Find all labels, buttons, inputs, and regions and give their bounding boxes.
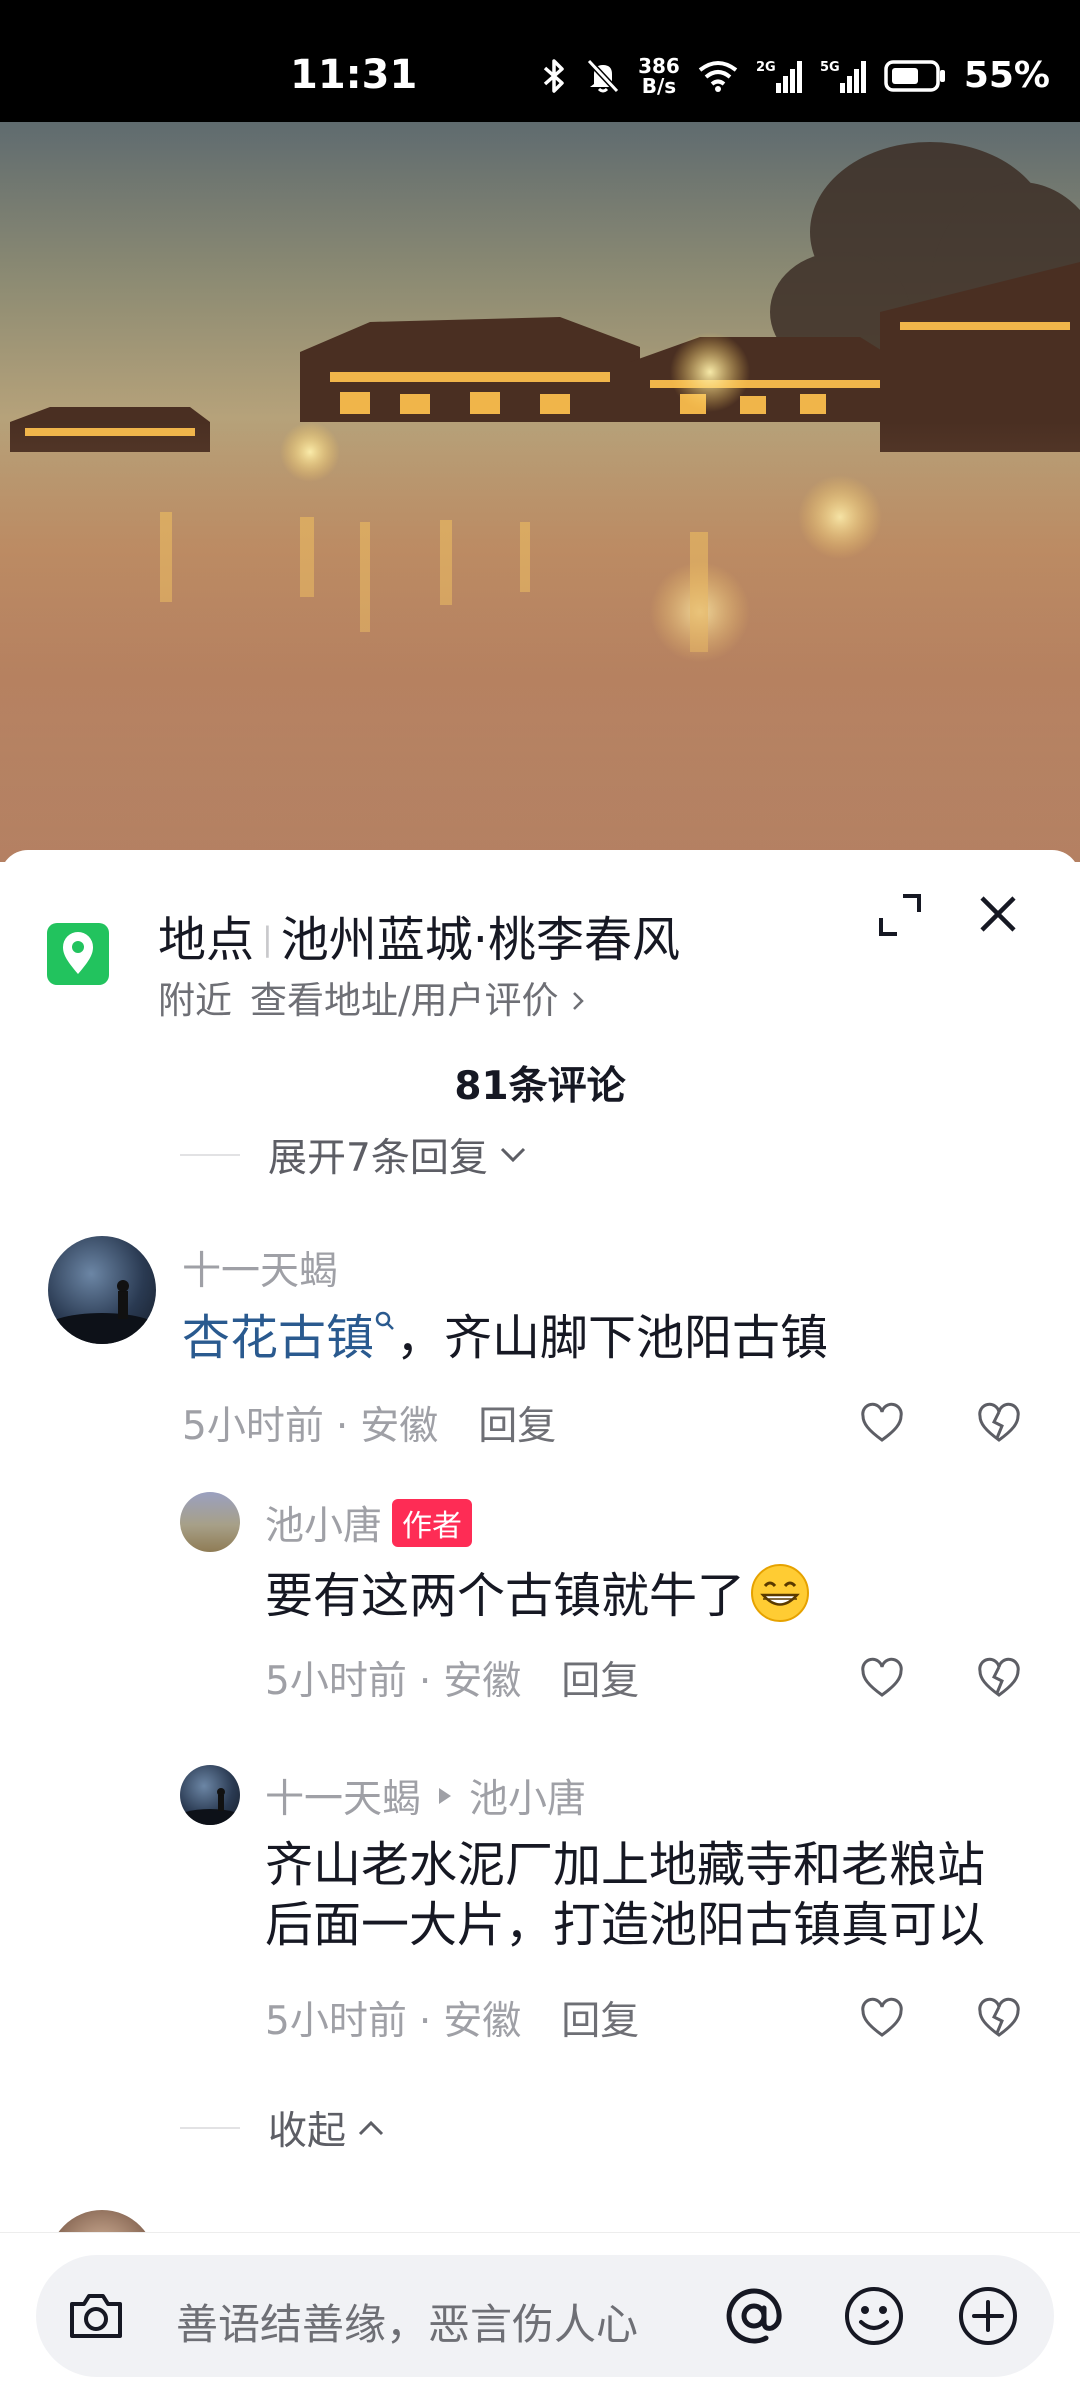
comment-time: 5小时前 [265, 1999, 407, 2044]
heart-icon [861, 1402, 903, 1442]
reply-meta: 5小时前 · 安徽 回复 [265, 1990, 639, 2046]
avatar[interactable] [180, 1492, 240, 1552]
meta-dot: · [418, 1999, 432, 2044]
battery-percent: 55% [963, 55, 1050, 96]
dislike-button[interactable] [975, 1400, 1023, 1448]
net-speed-unit: B/s [641, 73, 677, 98]
input-placeholder: 善语结善缘，恶言伤人心 [176, 2300, 639, 2349]
broken-heart-icon [978, 1657, 1020, 1697]
heart-icon [861, 1657, 903, 1697]
comment-time: 5小时前 [265, 1659, 407, 1704]
emoji-icon[interactable] [842, 2284, 906, 2348]
comment-body: ，齐山脚下池阳古镇 [396, 1310, 829, 1366]
broken-heart-icon [978, 1402, 1020, 1442]
location-nearby: 附近 [158, 979, 232, 1022]
reply-to-username[interactable]: 池小唐 [469, 1768, 586, 1824]
network-speed: 386 B/s [638, 56, 680, 96]
signal-1-label: 2G [756, 60, 776, 75]
collapse-replies-button[interactable]: 收起 [180, 2100, 386, 2156]
like-button[interactable] [858, 1655, 906, 1703]
chevron-down-icon [500, 1147, 525, 1163]
reply-meta: 5小时前 · 安徽 回复 [265, 1650, 639, 1706]
username-text: 十一天蝎 [182, 1249, 339, 1294]
meta-dot: · [335, 1404, 349, 1449]
comment-sheet: 地点 | 池州蓝城·桃李春风 附近 查看地址/用户评价 81条评论 展开7条回复 十一… [0, 850, 1080, 2400]
chevron-right-icon [573, 992, 585, 1010]
avatar[interactable] [180, 1765, 240, 1825]
close-icon [980, 896, 1016, 932]
reply-username[interactable]: 十一天蝎 池小唐 [265, 1768, 586, 1824]
mute-icon [586, 58, 620, 94]
comment-body-line: 齐山老水泥厂加上地藏寺和老粮站 [265, 1837, 986, 1893]
fullscreen-button[interactable] [875, 890, 925, 940]
expand-replies-button[interactable]: 展开7条回复 [180, 1127, 528, 1183]
dislike-button[interactable] [975, 1995, 1023, 2043]
camera-icon[interactable] [64, 2284, 128, 2348]
avatar[interactable] [48, 1236, 156, 1344]
username-text: 十一天蝎 [265, 1777, 422, 1822]
signal-icon: 2G [756, 59, 802, 93]
video-frame-image [0, 142, 1080, 862]
avatar-image [180, 1788, 240, 1825]
like-button[interactable] [858, 1400, 906, 1448]
search-icon [375, 1311, 394, 1330]
status-time: 11:31 [290, 52, 418, 98]
comment-count: 81条评论 [454, 1064, 626, 1109]
divider [180, 2127, 240, 2129]
topic-link[interactable]: 杏花古镇 [182, 1310, 374, 1366]
grin-emoji-icon [751, 1564, 810, 1622]
avatar-image [48, 1280, 156, 1344]
reply-button[interactable]: 回复 [561, 1659, 639, 1704]
comment-time: 5小时前 [182, 1404, 324, 1449]
collapse-label: 收起 [268, 2109, 347, 2154]
signal-2-label: 5G [820, 60, 840, 75]
location-title[interactable]: 地点 | 池州蓝城·桃李春风 [158, 900, 680, 970]
broken-heart-icon [978, 1997, 1020, 2037]
comment-text[interactable]: 杏花古镇 ，齐山脚下池阳古镇 [182, 1308, 828, 1368]
expand-icon [879, 894, 921, 936]
at-icon[interactable] [722, 2284, 786, 2348]
comment-input[interactable]: 善语结善缘，恶言伤人心 [36, 2255, 1054, 2377]
battery-icon [884, 59, 946, 93]
signal-icon-2: 5G [820, 59, 866, 93]
status-icons: 386 B/s 2G 5G 55% [542, 55, 1050, 96]
author-badge: 作者 [392, 1499, 473, 1547]
reply-to-arrow-icon [439, 1788, 452, 1804]
meta-dot: · [418, 1659, 432, 1704]
like-button[interactable] [858, 1995, 906, 2043]
divider [180, 1154, 240, 1156]
location-pin-icon[interactable] [47, 923, 109, 985]
comment-region: 安徽 [443, 1999, 522, 2044]
status-bar: 11:31 386 B/s 2G 5G 55% [0, 0, 1080, 122]
net-speed-value: 386 [638, 53, 680, 78]
chevron-up-icon [358, 2120, 384, 2136]
comment-username[interactable]: 十一天蝎 [182, 1240, 338, 1296]
reply-button[interactable]: 回复 [561, 1999, 639, 2044]
reply-username[interactable]: 池小唐 作者 [265, 1495, 473, 1551]
wifi-icon [698, 60, 738, 92]
username-text: 池小唐 [265, 1504, 383, 1549]
heart-icon [861, 1997, 903, 2037]
location-prefix: 地点 [158, 912, 255, 968]
location-separator: | [262, 920, 273, 958]
dislike-button[interactable] [975, 1655, 1023, 1703]
comment-meta: 5小时前 · 安徽 回复 [182, 1395, 556, 1451]
close-button[interactable] [972, 888, 1024, 940]
location-subline[interactable]: 附近 查看地址/用户评价 [158, 970, 586, 1024]
comment-region: 安徽 [443, 1659, 522, 1704]
location-link[interactable]: 查看地址/用户评价 [250, 979, 558, 1022]
comment-body: 要有这两个古镇就牛了 [265, 1568, 746, 1624]
comment-region: 安徽 [360, 1404, 439, 1449]
reply-text[interactable]: 齐山老水泥厂加上地藏寺和老粮站 后面一大片，打造池阳古镇真可以 [265, 1835, 985, 1955]
plus-icon[interactable] [956, 2284, 1020, 2348]
reply-button[interactable]: 回复 [478, 1404, 556, 1449]
expand-replies-label: 展开7条回复 [268, 1136, 488, 1181]
comment-input-bar: 善语结善缘，恶言伤人心 [0, 2232, 1080, 2401]
bluetooth-icon [542, 58, 568, 94]
video-player[interactable] [0, 122, 1080, 862]
comment-body-line: 后面一大片，打造池阳古镇真可以 [265, 1897, 986, 1953]
reply-text[interactable]: 要有这两个古镇就牛了 [265, 1562, 811, 1626]
location-name: 池州蓝城·桃李春风 [280, 912, 681, 968]
